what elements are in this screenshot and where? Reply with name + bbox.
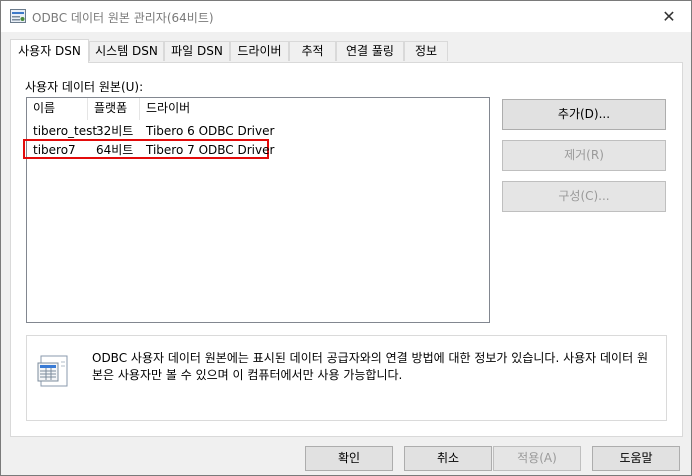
window-title: ODBC 데이터 원본 관리자(64비트) xyxy=(32,11,214,25)
odbc-app-icon xyxy=(10,9,26,23)
tab-panel-user-dsn: 사용자 데이터 원본(U): 이름 플랫폼 드라이버 tibero_test 3… xyxy=(10,62,683,437)
cancel-button[interactable]: 취소 xyxy=(404,446,492,471)
tab-connection-pooling[interactable]: 연결 풀링 xyxy=(336,41,404,61)
help-button[interactable]: 도움말 xyxy=(592,446,680,471)
apply-button[interactable]: 적용(A) xyxy=(493,446,581,471)
remove-button[interactable]: 제거(R) xyxy=(502,140,666,171)
tab-tracing[interactable]: 추적 xyxy=(289,41,336,61)
user-data-sources-label: 사용자 데이터 원본(U): xyxy=(25,80,144,94)
add-button[interactable]: 추가(D)... xyxy=(502,99,666,130)
data-source-list[interactable]: 이름 플랫폼 드라이버 tibero_test 32비트 Tibero 6 OD… xyxy=(23,97,490,323)
close-icon: ✕ xyxy=(662,7,676,26)
list-item[interactable]: tibero7 64비트 Tibero 7 ODBC Driver xyxy=(23,139,489,160)
dsn-platform: 64비트 xyxy=(96,143,134,157)
dsn-driver: Tibero 7 ODBC Driver xyxy=(146,143,275,157)
close-button[interactable]: ✕ xyxy=(647,1,691,32)
tab-user-dsn[interactable]: 사용자 DSN xyxy=(10,39,89,63)
title-bar: ODBC 데이터 원본 관리자(64비트) ✕ xyxy=(1,1,691,32)
tab-about[interactable]: 정보 xyxy=(404,41,448,61)
data-source-document-icon xyxy=(37,355,68,387)
column-header-platform[interactable]: 플랫폼 xyxy=(88,98,140,120)
tab-drivers[interactable]: 드라이버 xyxy=(230,41,289,61)
tab-file-dsn[interactable]: 파일 DSN xyxy=(164,41,230,61)
info-box: ODBC 사용자 데이터 원본에는 표시된 데이터 공급자와의 연결 방법에 대… xyxy=(26,335,667,421)
info-description: ODBC 사용자 데이터 원본에는 표시된 데이터 공급자와의 연결 방법에 대… xyxy=(92,351,648,382)
ok-button[interactable]: 확인 xyxy=(305,446,393,471)
list-header: 이름 플랫폼 드라이버 xyxy=(27,98,489,120)
odbc-admin-window: ODBC 데이터 원본 관리자(64비트) ✕ 사용자 DSN 시스템 DSN … xyxy=(0,0,692,476)
column-header-name[interactable]: 이름 xyxy=(27,98,88,120)
dsn-name: tibero7 xyxy=(33,143,76,157)
column-header-driver[interactable]: 드라이버 xyxy=(140,98,280,120)
tab-system-dsn[interactable]: 시스템 DSN xyxy=(89,41,164,61)
configure-button[interactable]: 구성(C)... xyxy=(502,181,666,212)
